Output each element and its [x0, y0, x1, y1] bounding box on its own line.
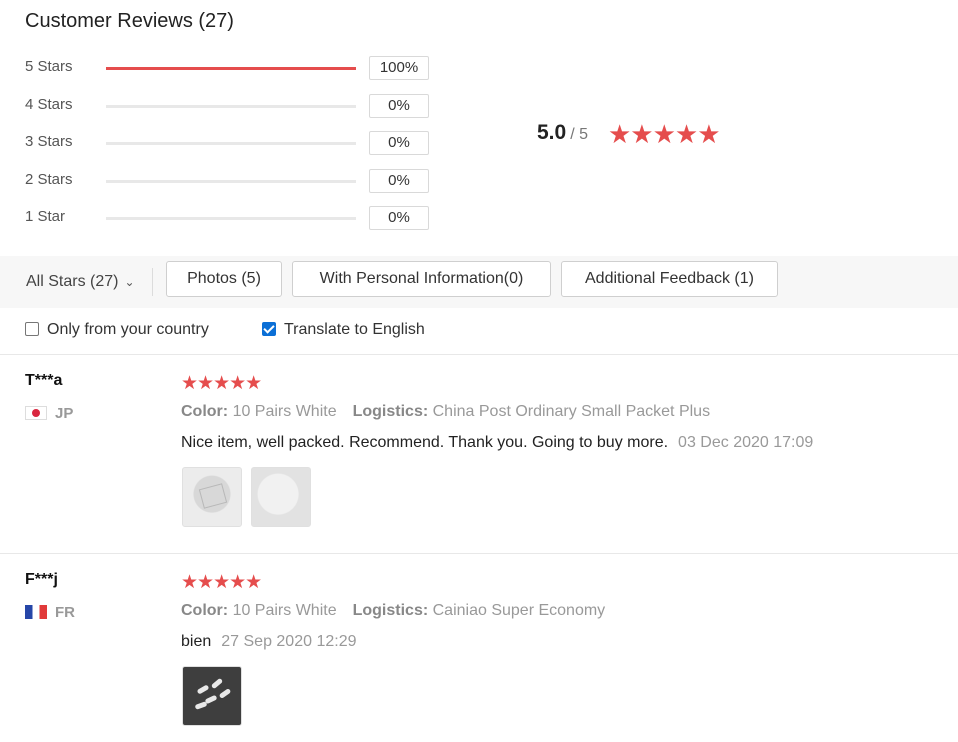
histogram-percent: 100%	[369, 56, 429, 80]
divider	[152, 268, 153, 296]
checkbox-label: Translate to English	[284, 321, 425, 338]
checkbox-box[interactable]	[262, 322, 276, 336]
review-photo-thumbnail[interactable]	[251, 467, 311, 527]
reviewer-name: T***a	[25, 372, 63, 389]
histogram-percent: 0%	[369, 206, 429, 230]
review-photo-thumbnail[interactable]	[182, 467, 242, 527]
review-text: bien	[181, 633, 212, 650]
france-flag-icon	[25, 605, 47, 619]
histogram-track	[106, 142, 356, 145]
average-rating: 5.0	[537, 121, 567, 144]
histogram-track	[106, 217, 356, 220]
rating-out-of: / 5	[570, 126, 588, 143]
logistics-value: China Post Ordinary Small Packet Plus	[432, 403, 711, 420]
rating-summary: 5.0/ 5 ★★★★★	[537, 119, 757, 151]
histogram-track	[106, 180, 356, 183]
checkbox-label: Only from your country	[47, 321, 209, 338]
star-rating-icon: ★★★★★	[181, 373, 262, 394]
checkbox-box[interactable]	[25, 322, 39, 336]
filter-bar: All Stars (27) ⌄ Photos (5) With Personal…	[0, 256, 958, 308]
review-text: Nice item, well packed. Recommend. Thank…	[181, 434, 669, 451]
histogram-row-4[interactable]: 4 Stars 0%	[25, 94, 445, 120]
star-filter-dropdown[interactable]: All Stars (27) ⌄	[26, 273, 135, 291]
country-code: JP	[55, 405, 74, 422]
color-value: 10 Pairs White	[232, 403, 337, 420]
color-label: Color:	[181, 403, 229, 420]
histogram-label: 2 Stars	[25, 171, 73, 188]
personal-info-filter-button[interactable]: With Personal Information(0)	[292, 261, 551, 297]
review-meta: Color: 10 Pairs White Logistics: China Po…	[181, 403, 710, 421]
histogram-row-5[interactable]: 5 Stars 100%	[25, 56, 445, 82]
histogram-fill	[106, 67, 356, 70]
histogram-label: 3 Stars	[25, 133, 73, 150]
histogram-row-3[interactable]: 3 Stars 0%	[25, 131, 445, 157]
histogram-label: 1 Star	[25, 208, 66, 225]
star-rating-icon: ★★★★★	[181, 572, 262, 593]
reviewer-country: FR	[25, 604, 75, 621]
translate-checkbox[interactable]: Translate to English	[262, 318, 425, 342]
review-date: 27 Sep 2020 12:29	[221, 633, 357, 650]
histogram-percent: 0%	[369, 94, 429, 118]
additional-feedback-filter-button[interactable]: Additional Feedback (1)	[561, 261, 778, 297]
review-item: F***j FR ★★★★★ Color: 10 Pairs White Logi…	[0, 554, 958, 742]
only-country-checkbox[interactable]: Only from your country	[25, 318, 209, 342]
review-photo-thumbnail[interactable]	[182, 666, 242, 726]
histogram-percent: 0%	[369, 169, 429, 193]
reviewer-country: JP	[25, 405, 73, 422]
review-date: 03 Dec 2020 17:09	[678, 434, 814, 451]
logistics-label: Logistics:	[352, 403, 429, 420]
histogram-percent: 0%	[369, 131, 429, 155]
review-item: T***a JP ★★★★★ Color: 10 Pairs White Logi…	[0, 355, 958, 553]
histogram-track	[106, 105, 356, 108]
country-code: FR	[55, 604, 75, 621]
review-body: bien 27 Sep 2020 12:29	[181, 633, 356, 651]
photos-filter-button[interactable]: Photos (5)	[166, 261, 282, 297]
chevron-down-icon: ⌄	[124, 275, 135, 289]
review-body: Nice item, well packed. Recommend. Thank…	[181, 434, 813, 452]
histogram-track	[106, 67, 356, 70]
color-value: 10 Pairs White	[232, 602, 337, 619]
color-label: Color:	[181, 602, 229, 619]
review-meta: Color: 10 Pairs White Logistics: Cainiao …	[181, 602, 605, 620]
histogram-row-2[interactable]: 2 Stars 0%	[25, 169, 445, 195]
logistics-value: Cainiao Super Economy	[432, 602, 606, 619]
histogram-label: 4 Stars	[25, 96, 73, 113]
dropdown-label: All Stars (27)	[26, 273, 119, 290]
histogram-row-1[interactable]: 1 Star 0%	[25, 206, 445, 232]
logistics-label: Logistics:	[352, 602, 429, 619]
histogram-label: 5 Stars	[25, 58, 73, 75]
japan-flag-icon	[25, 406, 47, 420]
reviews-title: Customer Reviews (27)	[25, 10, 234, 32]
reviewer-name: F***j	[25, 571, 58, 588]
star-rating-icon: ★★★★★	[608, 119, 721, 149]
